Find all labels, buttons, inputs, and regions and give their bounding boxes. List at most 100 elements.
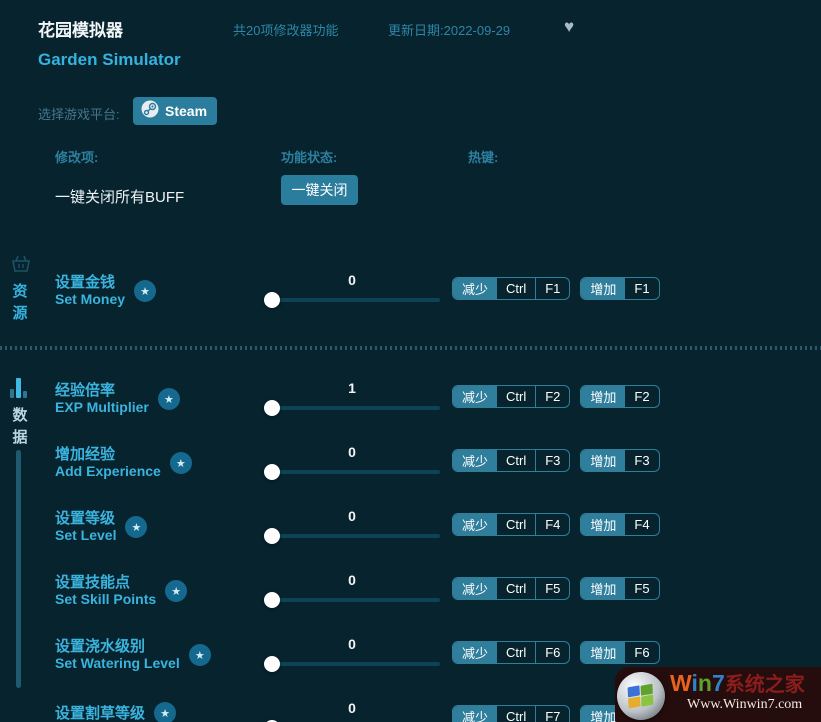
function-key: F2 [535, 386, 569, 407]
row-label-cn: 设置割草等级 [55, 705, 145, 722]
row-label-cn: 设置等级 [55, 510, 116, 527]
column-header-status: 功能状态: [281, 147, 337, 166]
row-label-en: Set Money [55, 291, 125, 308]
modifier-key: Ctrl [497, 514, 535, 535]
trainer-row-add-experience: 增加经验 Add Experience ★ 0 减少 Ctrl F3 增加 F3 [0, 444, 821, 490]
function-key: F6 [625, 642, 658, 663]
buff-row-label: 一键关闭所有BUFF [55, 186, 184, 207]
update-date: 更新日期:2022-09-29 [388, 20, 510, 39]
close-all-buff-button[interactable]: 一键关闭 [281, 175, 358, 205]
modifier-key: Ctrl [497, 578, 535, 599]
value-slider-knob[interactable] [264, 292, 280, 308]
increase-label: 增加 [581, 278, 625, 299]
row-value: 0 [264, 508, 440, 524]
decrease-hotkey-button[interactable]: 减少 Ctrl F2 [452, 385, 570, 408]
steam-icon [141, 100, 159, 123]
feature-count: 共20项修改器功能 [233, 20, 338, 39]
value-slider-knob[interactable] [264, 400, 280, 416]
trainer-row-set-money: 设置金钱 Set Money ★ 0 减少 Ctrl F1 增加 F1 [0, 272, 821, 318]
value-slider-track[interactable] [264, 298, 440, 302]
increase-label: 增加 [581, 386, 625, 407]
function-key: F1 [535, 278, 569, 299]
star-icon[interactable]: ★ [158, 388, 180, 410]
app-title-english: Garden Simulator [38, 50, 181, 70]
decrease-hotkey-button[interactable]: 减少 Ctrl F5 [452, 577, 570, 600]
watermark-url: Www.Winwin7.com [687, 697, 802, 713]
decrease-label: 减少 [453, 578, 497, 599]
star-icon[interactable]: ★ [134, 280, 156, 302]
star-icon[interactable]: ★ [170, 452, 192, 474]
watermark-brand: Win7系统之家 [670, 668, 805, 697]
modifier-key: Ctrl [497, 450, 535, 471]
increase-hotkey-button[interactable]: 增加 F1 [580, 277, 659, 300]
windows-logo-icon [617, 672, 665, 720]
row-value: 0 [264, 572, 440, 588]
trainer-row-set-skill-points: 设置技能点 Set Skill Points ★ 0 减少 Ctrl F5 增加… [0, 572, 821, 618]
increase-label: 增加 [581, 578, 625, 599]
row-label-en: EXP Multiplier [55, 399, 149, 416]
row-label-cn: 设置浇水级别 [55, 638, 180, 655]
increase-hotkey-button[interactable]: 增加 F3 [580, 449, 659, 472]
star-icon[interactable]: ★ [125, 516, 147, 538]
modifier-key: Ctrl [497, 278, 535, 299]
value-slider-knob[interactable] [264, 592, 280, 608]
function-key: F6 [535, 642, 569, 663]
row-label-en: Add Experience [55, 463, 161, 480]
winwin7-watermark: Win7系统之家 Www.Winwin7.com [615, 667, 821, 722]
modifier-key: Ctrl [497, 386, 535, 407]
value-slider-track[interactable] [264, 470, 440, 474]
brand-letter: 7 [712, 670, 725, 696]
star-icon[interactable]: ★ [165, 580, 187, 602]
function-key: F4 [535, 514, 569, 535]
increase-label: 增加 [581, 450, 625, 471]
value-slider-knob[interactable] [264, 656, 280, 672]
star-icon[interactable]: ★ [154, 702, 176, 722]
value-slider-track[interactable] [264, 406, 440, 410]
decrease-hotkey-button[interactable]: 减少 Ctrl F1 [452, 277, 570, 300]
function-key: F1 [625, 278, 658, 299]
row-label-cn: 经验倍率 [55, 382, 149, 399]
row-value: 0 [264, 272, 440, 288]
trainer-row-set-level: 设置等级 Set Level ★ 0 减少 Ctrl F4 增加 F4 [0, 508, 821, 554]
increase-hotkey-button[interactable]: 增加 F5 [580, 577, 659, 600]
value-slider-track[interactable] [264, 598, 440, 602]
decrease-hotkey-button[interactable]: 减少 Ctrl F6 [452, 641, 570, 664]
decrease-label: 减少 [453, 386, 497, 407]
modifier-key: Ctrl [497, 706, 535, 722]
decrease-hotkey-button[interactable]: 减少 Ctrl F7 [452, 705, 570, 722]
increase-hotkey-button[interactable]: 增加 F4 [580, 513, 659, 536]
function-key: F3 [535, 450, 569, 471]
trainer-window: 花园模拟器 共20项修改器功能 更新日期:2022-09-29 ♥ Garden… [0, 0, 821, 722]
value-slider-track[interactable] [264, 534, 440, 538]
function-key: F4 [625, 514, 658, 535]
decrease-label: 减少 [453, 278, 497, 299]
decrease-label: 减少 [453, 642, 497, 663]
favorite-heart-icon[interactable]: ♥ [564, 17, 574, 37]
column-header-hotkey: 热键: [468, 147, 498, 166]
row-label-cn: 设置技能点 [55, 574, 156, 591]
row-value: 1 [264, 380, 440, 396]
value-slider-track[interactable] [264, 662, 440, 666]
value-slider-knob[interactable] [264, 464, 280, 480]
decrease-label: 减少 [453, 514, 497, 535]
decrease-hotkey-button[interactable]: 减少 Ctrl F3 [452, 449, 570, 472]
row-value: 0 [264, 444, 440, 460]
star-icon[interactable]: ★ [189, 644, 211, 666]
value-slider-knob[interactable] [264, 528, 280, 544]
increase-hotkey-button[interactable]: 增加 F6 [580, 641, 659, 664]
increase-label: 增加 [581, 642, 625, 663]
modifier-key: Ctrl [497, 642, 535, 663]
function-key: F3 [625, 450, 658, 471]
row-label-en: Set Skill Points [55, 591, 156, 608]
decrease-label: 减少 [453, 706, 497, 722]
steam-button-label: Steam [165, 103, 207, 119]
decrease-hotkey-button[interactable]: 减少 Ctrl F4 [452, 513, 570, 536]
increase-hotkey-button[interactable]: 增加 F2 [580, 385, 659, 408]
steam-platform-button[interactable]: Steam [133, 97, 217, 125]
row-label-cn: 增加经验 [55, 446, 161, 463]
function-key: F5 [535, 578, 569, 599]
function-key: F2 [625, 386, 658, 407]
section-separator [0, 346, 821, 350]
increase-label: 增加 [581, 514, 625, 535]
brand-letter: n [698, 670, 712, 696]
